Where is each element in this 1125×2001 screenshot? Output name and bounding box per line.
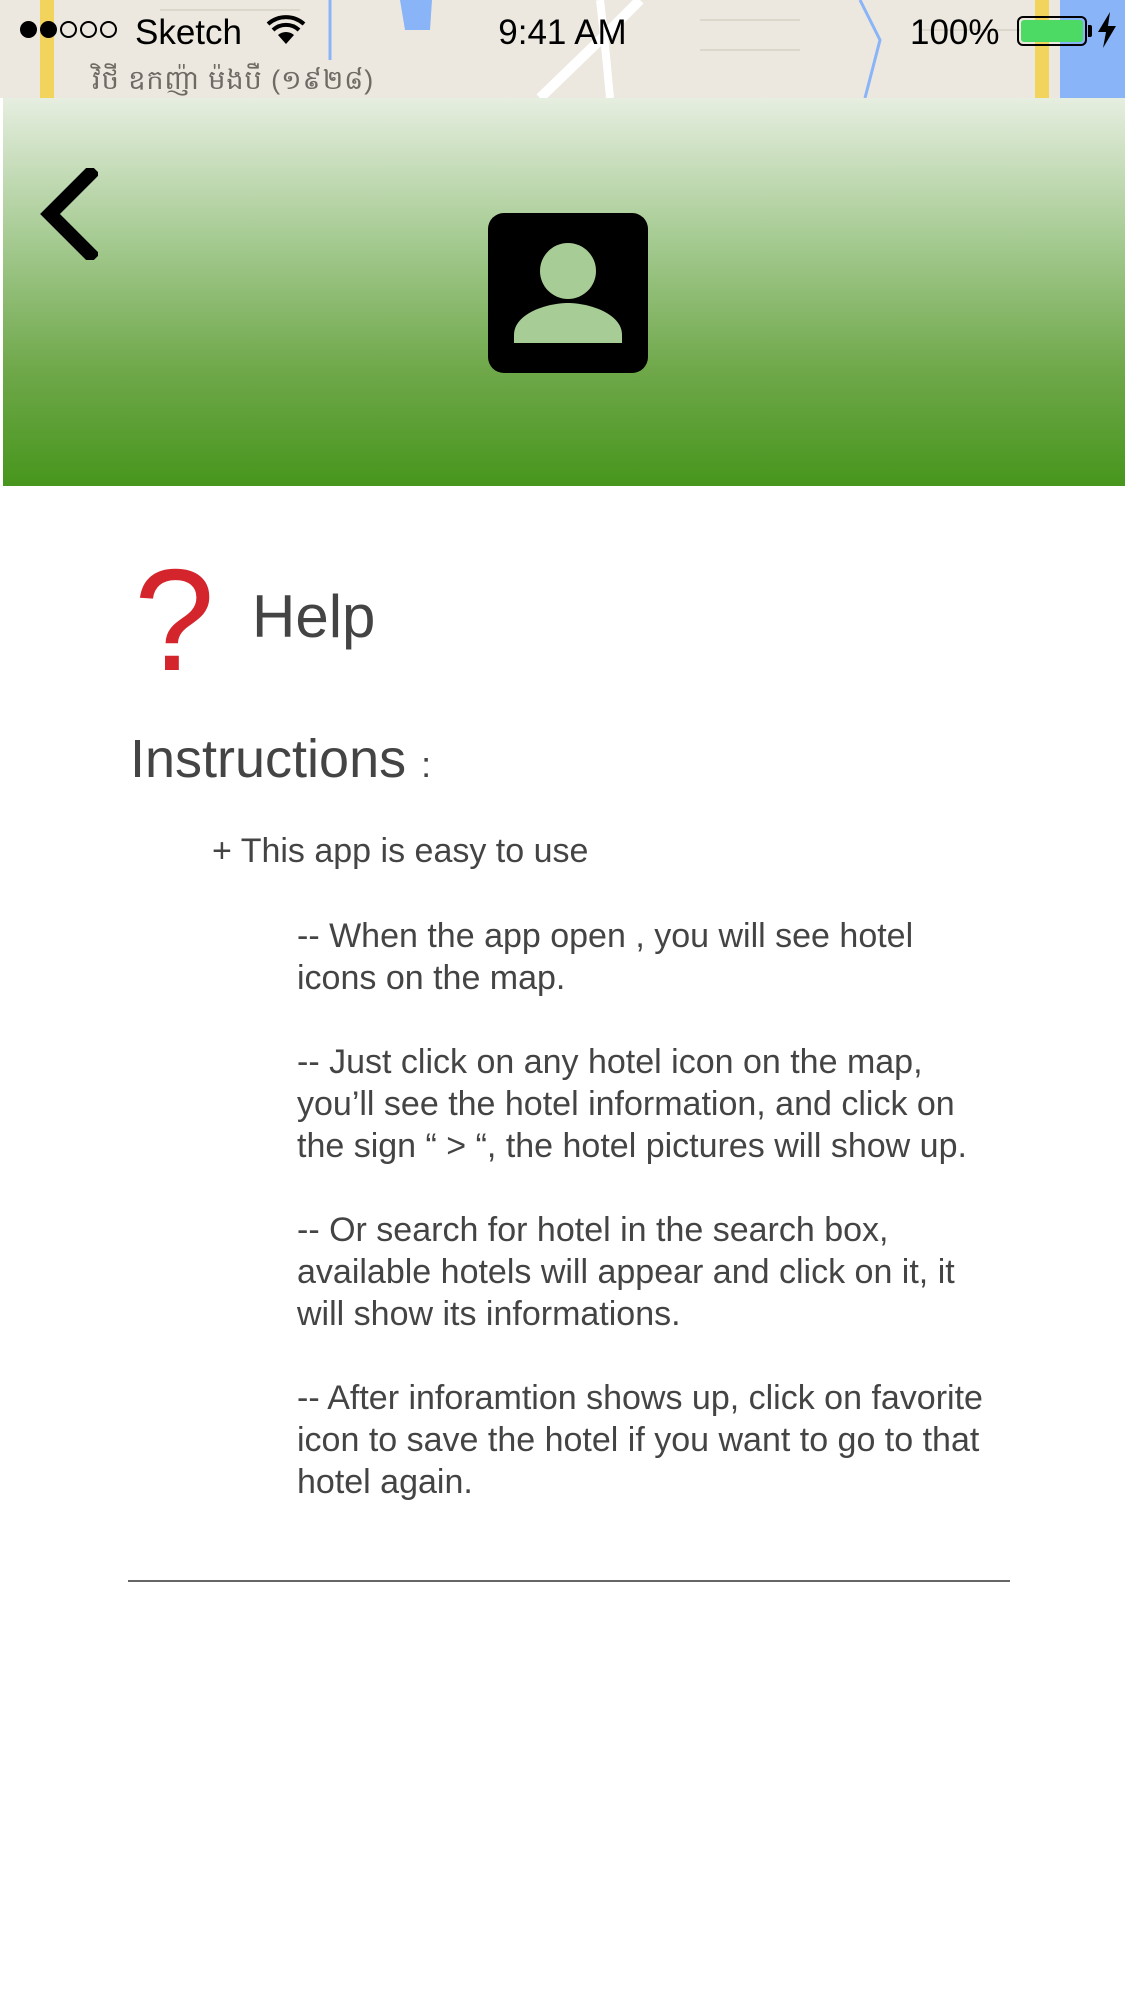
- question-mark-icon: ?: [134, 539, 215, 701]
- charging-bolt-icon: [1098, 12, 1116, 57]
- instruction-step: -- Just click on any hotel icon on the m…: [297, 1043, 967, 1165]
- map-street-label: វិថី ឧកញ៉ា ម៉ងបឺ (១៩២៨): [92, 65, 375, 95]
- instruction-step: -- Or search for hotel in the search box…: [297, 1211, 955, 1333]
- instruction-steps: -- When the app open , you will see hote…: [297, 915, 1057, 1545]
- status-bar: Sketch 9:41 AM 100%: [0, 0, 1125, 64]
- page-title: Help: [252, 583, 376, 650]
- battery-tip: [1088, 25, 1092, 37]
- account-box-icon[interactable]: [488, 213, 648, 373]
- instruction-step: -- When the app open , you will see hote…: [297, 917, 914, 997]
- instruction-step: -- After inforamtion shows up, click on …: [297, 1379, 983, 1501]
- section-divider: [128, 1580, 1010, 1582]
- battery-level-fill: [1021, 20, 1083, 42]
- instructions-heading: Instructions :: [130, 728, 431, 790]
- chevron-left-icon: [40, 168, 98, 260]
- battery-icon: [1017, 16, 1087, 46]
- battery-percent: 100%: [910, 13, 1000, 52]
- back-button[interactable]: [33, 164, 103, 264]
- profile-header: [3, 98, 1125, 486]
- instructions-heading-colon: :: [421, 744, 432, 785]
- instructions-heading-text: Instructions: [130, 729, 407, 789]
- instructions-intro: + This app is easy to use: [212, 832, 589, 870]
